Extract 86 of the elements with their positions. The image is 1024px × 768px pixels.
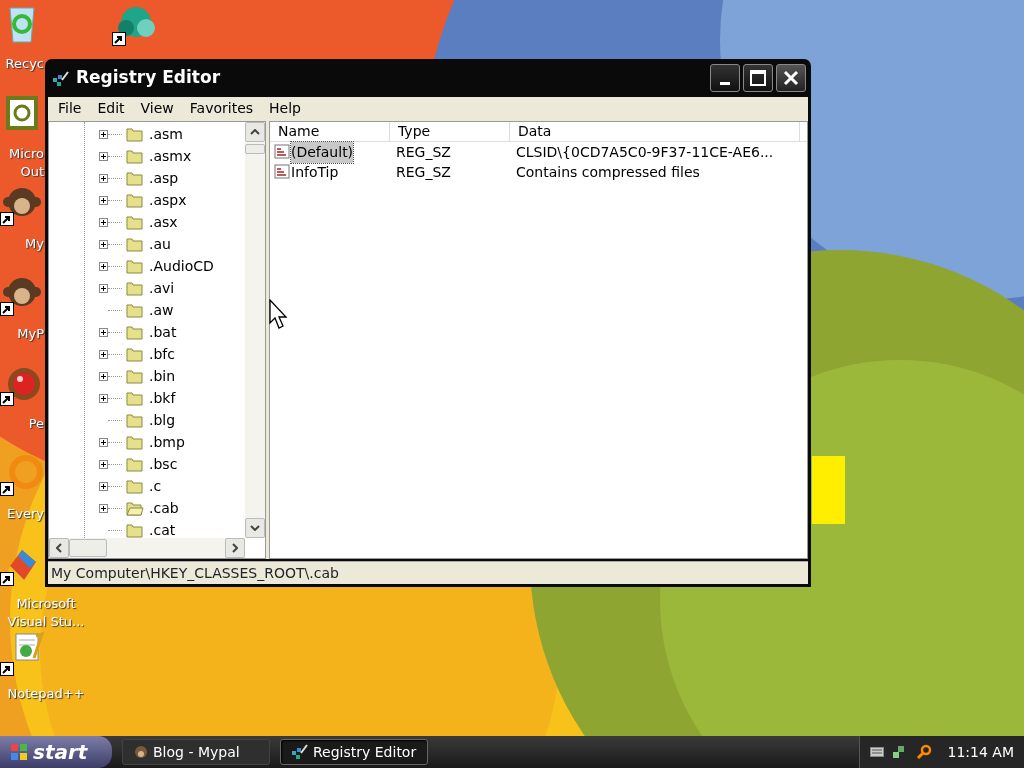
notepad-icon[interactable] [0, 632, 44, 677]
search-icon[interactable] [915, 744, 932, 760]
close-icon [782, 69, 800, 87]
monkey-icon [133, 744, 149, 760]
tree-item[interactable]: .bat [148, 321, 178, 343]
expand-icon[interactable] [99, 129, 108, 139]
icon-label: Notepad++ [7, 685, 85, 703]
table-cell-text: REG_SZ [395, 162, 452, 182]
tree-item[interactable]: .blg [148, 409, 177, 431]
tree-item[interactable]: .asm [148, 123, 184, 145]
taskbar-button[interactable]: Registry Editor [280, 739, 428, 765]
tree-item[interactable]: .au [148, 233, 172, 255]
window-title: Registry Editor [76, 66, 221, 90]
tree-item[interactable]: .bin [148, 365, 177, 387]
minimize-button[interactable] [710, 64, 740, 92]
expand-icon[interactable] [99, 173, 108, 183]
minimize-icon [720, 81, 730, 85]
taskbar-button[interactable]: Blog - Mypal [122, 739, 270, 765]
string-value-icon [274, 164, 290, 180]
icon-label: Microsoft [16, 595, 76, 613]
scroll-up-button[interactable] [245, 122, 265, 142]
menu-item[interactable]: Help [261, 97, 309, 119]
icon-label: Visual Stu... [7, 613, 85, 631]
tree-item[interactable]: .bsc [148, 453, 179, 475]
tree-item[interactable]: .bfc [148, 343, 176, 365]
tree-item[interactable]: .avi [148, 277, 176, 299]
menu-item[interactable]: File [50, 97, 90, 119]
scroll-thumb[interactable] [245, 144, 265, 154]
menu-item[interactable]: View [132, 97, 182, 119]
value-name[interactable]: InfoTip [291, 161, 339, 183]
expand-icon[interactable] [99, 371, 108, 381]
maximize-button[interactable] [743, 64, 773, 92]
tree-item[interactable]: .asp [148, 167, 180, 189]
clock: 11:14 AM [947, 742, 1014, 762]
expand-icon[interactable] [99, 283, 108, 293]
tree-item[interactable]: .cat [148, 519, 177, 538]
keyboard-icon[interactable] [869, 747, 884, 757]
table-cell-text: Contains compressed files [515, 162, 700, 182]
tree-item[interactable]: .aspx [148, 189, 188, 211]
column-header[interactable]: Data [510, 122, 800, 141]
column-header[interactable]: Type [390, 122, 510, 141]
menu-item[interactable]: Edit [89, 97, 133, 119]
tree-item[interactable]: .c [148, 475, 163, 497]
icon-label: Every [7, 505, 44, 523]
status-bar: My Computer\HKEY_CLASSES_ROOT\.cab [48, 561, 808, 584]
close-button[interactable] [776, 64, 806, 92]
expand-icon[interactable] [99, 261, 108, 271]
windows-logo-icon [10, 743, 28, 761]
registry-icon [291, 743, 309, 761]
icon-label: My [25, 235, 44, 253]
expand-icon[interactable] [99, 151, 108, 161]
tree-item[interactable]: .asmx [148, 145, 193, 167]
scroll-left-button[interactable] [49, 538, 69, 558]
scroll-thumb[interactable] [69, 539, 107, 557]
scroll-right-button[interactable] [225, 538, 245, 558]
tree-item[interactable]: .aw [148, 299, 175, 321]
icon-label: Recyc [5, 55, 44, 73]
tree-item[interactable]: .bmp [148, 431, 186, 453]
tree-item[interactable]: .asx [148, 211, 179, 233]
start-button[interactable]: start [0, 736, 112, 768]
table-cell-text: REG_SZ [395, 142, 452, 162]
ring-icon[interactable] [0, 452, 44, 497]
tree-item[interactable]: .AudioCD [148, 255, 215, 277]
value-name[interactable]: (Default) [291, 141, 354, 163]
expand-icon[interactable] [99, 195, 108, 205]
expand-icon[interactable] [99, 349, 108, 359]
expand-icon[interactable] [99, 503, 108, 513]
expand-icon[interactable] [99, 239, 108, 249]
expand-icon[interactable] [99, 437, 108, 447]
scroll-down-button[interactable] [245, 518, 265, 538]
menu-item[interactable]: Favorites [181, 97, 262, 119]
expand-icon[interactable] [99, 481, 108, 491]
icon-label: Pe [28, 415, 44, 433]
expand-icon[interactable] [99, 217, 108, 227]
table-cell-text: CLSID\{0CD7A5C0-9F37-11CE-AE6... [515, 142, 774, 162]
expand-icon[interactable] [99, 393, 108, 403]
tree-item[interactable]: .bkf [148, 387, 177, 409]
tree-item[interactable]: .cab [148, 497, 180, 519]
icon-label: Micro [9, 145, 44, 163]
expand-icon[interactable] [99, 459, 108, 469]
maximize-icon [749, 69, 767, 87]
icon-label: Out [20, 163, 44, 181]
registry-icon [52, 69, 70, 88]
icon-label: MyP [17, 325, 44, 343]
string-value-icon [274, 144, 290, 160]
expand-icon[interactable] [99, 327, 108, 337]
